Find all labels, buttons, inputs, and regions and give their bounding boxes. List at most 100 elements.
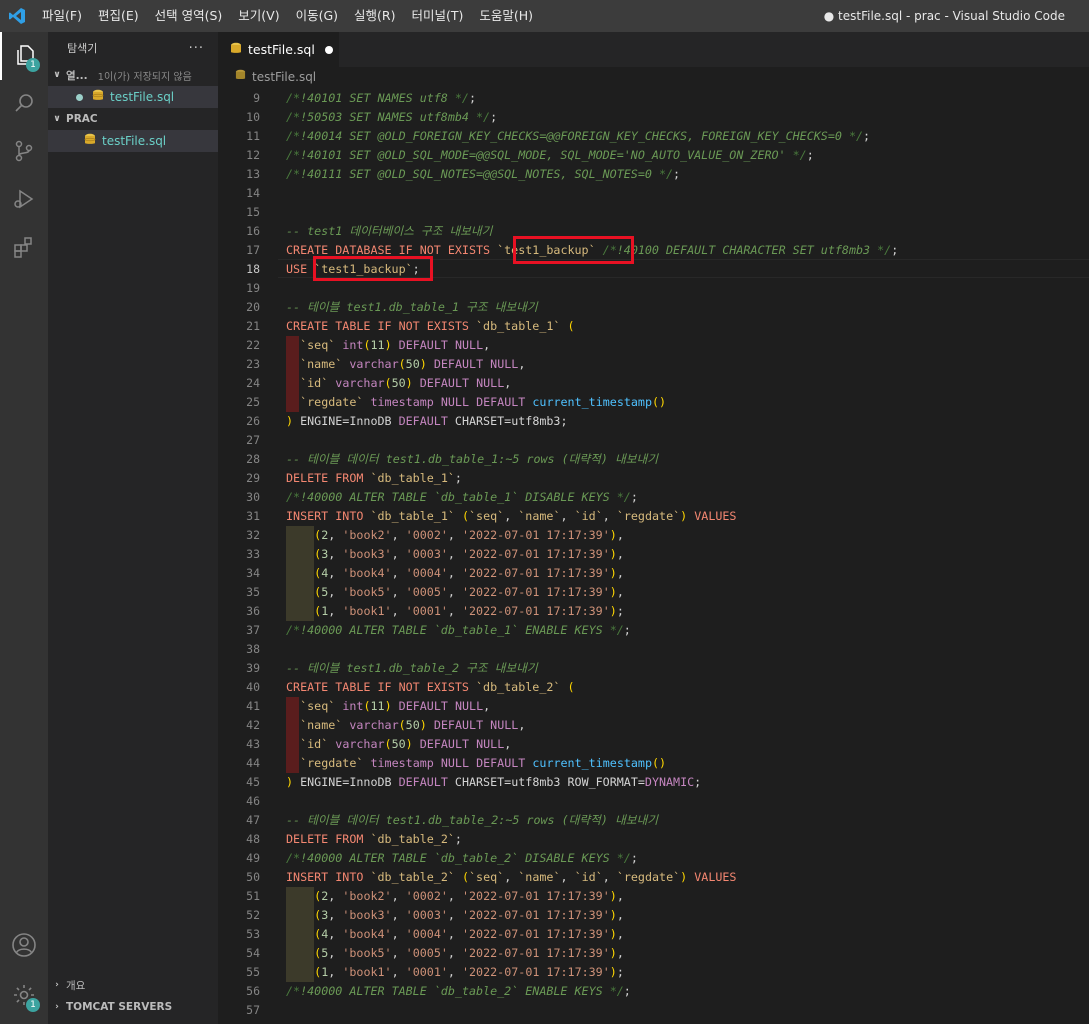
database-icon [235, 69, 246, 84]
workspace-file-item[interactable]: testFile.sql [48, 130, 218, 152]
code-line[interactable]: `name` varchar(50) DEFAULT NULL, [286, 355, 525, 374]
settings-badge: 1 [26, 998, 40, 1012]
code-line[interactable]: (1, 'book1', '0001', '2022-07-01 17:17:3… [286, 963, 624, 982]
line-number: 39 [246, 661, 260, 675]
manage-activity-button[interactable]: 1 [0, 972, 48, 1020]
code-line[interactable]: `id` varchar(50) DEFAULT NULL, [286, 374, 511, 393]
code-line[interactable]: /*!40000 ALTER TABLE `db_table_2` ENABLE… [286, 982, 631, 1001]
code-line[interactable]: -- 테이블 test1.db_table_1 구조 내보내기 [286, 298, 538, 317]
line-number: 54 [246, 946, 260, 960]
menu-terminal[interactable]: 터미널(T) [404, 0, 472, 32]
line-number: 13 [246, 167, 260, 181]
code-line[interactable]: /*!40000 ALTER TABLE `db_table_1` ENABLE… [286, 621, 631, 640]
menu-file[interactable]: 파일(F) [34, 0, 90, 32]
line-number: 21 [246, 319, 260, 333]
explorer-activity-button[interactable]: 1 [0, 32, 48, 80]
code-line[interactable]: (4, 'book4', '0004', '2022-07-01 17:17:3… [286, 925, 624, 944]
code-line[interactable]: (5, 'book5', '0005', '2022-07-01 17:17:3… [286, 583, 624, 602]
menu-edit[interactable]: 편집(E) [90, 0, 147, 32]
open-editors-section[interactable]: ∨ 열... 1이(가) 저장되지 않음 [48, 64, 218, 86]
account-icon [11, 932, 37, 961]
code-line[interactable]: -- test1 데이터베이스 구조 내보내기 [286, 222, 492, 241]
code-line[interactable]: `regdate` timestamp NULL DEFAULT current… [286, 754, 666, 773]
line-number: 20 [246, 300, 260, 314]
highlight-box-use [313, 256, 433, 281]
more-actions-icon[interactable]: ··· [189, 41, 204, 56]
code-line[interactable]: `seq` int(11) DEFAULT NULL, [286, 697, 490, 716]
menu-bar: 파일(F) 편집(E) 선택 영역(S) 보기(V) 이동(G) 실행(R) 터… [34, 0, 541, 32]
code-line[interactable]: (2, 'book2', '0002', '2022-07-01 17:17:3… [286, 887, 624, 906]
breadcrumb-file[interactable]: testFile.sql [252, 70, 316, 84]
menu-go[interactable]: 이동(G) [288, 0, 346, 32]
menu-help[interactable]: 도움말(H) [471, 0, 541, 32]
code-line[interactable]: /*!40101 SET NAMES utf8 */; [286, 89, 476, 108]
source-control-activity-button[interactable] [0, 128, 48, 176]
modified-dot-icon [76, 93, 83, 101]
tab-testfile-sql[interactable]: testFile.sql [218, 32, 339, 68]
line-number: 29 [246, 471, 260, 485]
line-number: 56 [246, 984, 260, 998]
line-number: 40 [246, 680, 260, 694]
code-line[interactable]: ) ENGINE=InnoDB DEFAULT CHARSET=utf8mb3; [286, 412, 568, 431]
code-line[interactable]: /*!40101 SET @OLD_SQL_MODE=@@SQL_MODE, S… [286, 146, 814, 165]
code-line[interactable]: /*!40111 SET @OLD_SQL_NOTES=@@SQL_NOTES,… [286, 165, 680, 184]
code-line[interactable]: `name` varchar(50) DEFAULT NULL, [286, 716, 525, 735]
menu-selection[interactable]: 선택 영역(S) [147, 0, 231, 32]
menu-view[interactable]: 보기(V) [230, 0, 287, 32]
code-editor[interactable]: 9 /*!40101 SET NAMES utf8 */; 10 /*!50503 S… [218, 88, 1089, 1024]
menu-run[interactable]: 실행(R) [346, 0, 403, 32]
code-line[interactable]: `regdate` timestamp NULL DEFAULT current… [286, 393, 666, 412]
extensions-icon [12, 235, 36, 262]
code-line[interactable]: (2, 'book2', '0002', '2022-07-01 17:17:3… [286, 526, 624, 545]
run-debug-activity-button[interactable] [0, 176, 48, 224]
line-number: 35 [246, 585, 260, 599]
chevron-right-icon: › [55, 980, 59, 990]
line-number: 30 [246, 490, 260, 504]
editor-tab-bar: testFile.sql [218, 32, 1089, 68]
outline-label: 개요 [66, 979, 86, 992]
extensions-activity-button[interactable] [0, 224, 48, 272]
code-line[interactable]: -- 테이블 test1.db_table_2 구조 내보내기 [286, 659, 538, 678]
code-line[interactable]: (3, 'book3', '0003', '2022-07-01 17:17:3… [286, 545, 624, 564]
code-line[interactable]: `seq` int(11) DEFAULT NULL, [286, 336, 490, 355]
workspace-section[interactable]: ∨ PRAC [48, 108, 218, 130]
line-number: 57 [246, 1003, 260, 1017]
code-line[interactable]: INSERT INTO `db_table_2` (`seq`, `name`,… [286, 868, 736, 887]
code-line[interactable]: DELETE FROM `db_table_2`; [286, 830, 462, 849]
code-line[interactable]: DELETE FROM `db_table_1`; [286, 469, 462, 488]
line-number: 33 [246, 547, 260, 561]
code-line[interactable]: CREATE TABLE IF NOT EXISTS `db_table_1` … [286, 317, 575, 336]
open-editor-filename: testFile.sql [110, 90, 175, 104]
tomcat-servers-section[interactable]: › TOMCAT SERVERS [48, 996, 218, 1018]
code-line[interactable]: CREATE TABLE IF NOT EXISTS `db_table_2` … [286, 678, 575, 697]
code-line[interactable]: `id` varchar(50) DEFAULT NULL, [286, 735, 511, 754]
open-editors-label: 열... [66, 69, 88, 82]
open-editor-item[interactable]: testFile.sql [48, 86, 218, 108]
chevron-down-icon: ∨ [53, 70, 61, 80]
run-debug-icon [12, 187, 36, 214]
code-line[interactable]: INSERT INTO `db_table_1` (`seq`, `name`,… [286, 507, 736, 526]
code-line[interactable]: (4, 'book4', '0004', '2022-07-01 17:17:3… [286, 564, 624, 583]
code-line[interactable]: (5, 'book5', '0005', '2022-07-01 17:17:3… [286, 944, 624, 963]
code-line[interactable]: ) ENGINE=InnoDB DEFAULT CHARSET=utf8mb3 … [286, 773, 701, 792]
vscode-logo-icon [0, 0, 34, 32]
code-line[interactable]: (1, 'book1', '0001', '2022-07-01 17:17:3… [286, 602, 624, 621]
code-line[interactable]: -- 테이블 데이터 test1.db_table_1:~5 rows (대략적… [286, 450, 658, 469]
highlight-box-create-database [513, 236, 634, 264]
search-activity-button[interactable] [0, 80, 48, 128]
unsaved-dot-icon[interactable] [324, 45, 333, 54]
code-line[interactable]: /*!40000 ALTER TABLE `db_table_1` DISABL… [286, 488, 638, 507]
line-number: 14 [246, 186, 260, 200]
line-number: 53 [246, 927, 260, 941]
outline-section[interactable]: › 개요 [48, 974, 218, 996]
line-number: 25 [246, 395, 260, 409]
code-line[interactable]: (3, 'book3', '0003', '2022-07-01 17:17:3… [286, 906, 624, 925]
code-line[interactable]: /*!40000 ALTER TABLE `db_table_2` DISABL… [286, 849, 638, 868]
code-line[interactable]: /*!40014 SET @OLD_FOREIGN_KEY_CHECKS=@@F… [286, 127, 870, 146]
line-number: 26 [246, 414, 260, 428]
line-number: 55 [246, 965, 260, 979]
code-line[interactable]: /*!50503 SET NAMES utf8mb4 */; [286, 108, 497, 127]
accounts-activity-button[interactable] [0, 922, 48, 970]
chevron-down-icon: ∨ [53, 114, 61, 124]
code-line[interactable]: -- 테이블 데이터 test1.db_table_2:~5 rows (대략적… [286, 811, 658, 830]
